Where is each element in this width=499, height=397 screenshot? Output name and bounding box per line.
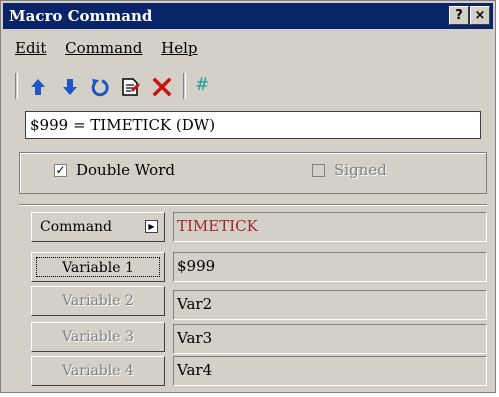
edit-document-icon[interactable] [119,76,141,98]
menu-command[interactable]: Command [65,39,142,57]
menu-bar: Edit Command Help [15,39,211,57]
down-arrow-icon[interactable] [59,76,81,98]
variable-3-button: Variable 3 [31,322,165,352]
hash-icon[interactable]: # [195,75,209,95]
command-value[interactable]: TIMETICK [173,212,487,242]
signed-checkbox [312,164,325,177]
close-button[interactable]: × [470,6,490,25]
variable-1-label: Variable 1 [36,257,160,277]
variable-3-value[interactable]: Var3 [173,324,487,354]
double-word-checkbox[interactable]: ✓ [54,164,67,177]
dropdown-arrow-icon: ▶ [145,220,158,233]
variable-2-value[interactable]: Var2 [173,290,487,320]
divider [19,204,487,206]
macro-command-window: Macro Command ? × Edit Command Help # $9… [0,0,496,393]
signed-label: Signed [334,161,387,179]
menu-command-label: Command [65,39,143,57]
toolbar-separator [183,73,186,99]
up-arrow-icon[interactable] [27,76,49,98]
variable-4-button: Variable 4 [31,356,165,386]
command-label: Command [40,219,113,235]
toolbar-separator [15,73,18,99]
menu-edit-label: Edit [15,39,47,57]
window-title: Macro Command [9,7,153,25]
expression-field[interactable]: $999 = TIMETICK (DW) [25,111,481,139]
double-word-label[interactable]: Double Word [76,161,175,179]
menu-help[interactable]: Help [161,39,197,57]
command-dropdown[interactable]: Command ▶ [31,212,165,242]
variable-2-button: Variable 2 [31,286,165,316]
menu-edit[interactable]: Edit [15,39,46,57]
variable-1-value[interactable]: $999 [173,252,487,282]
options-group: ✓ Double Word Signed [19,152,487,194]
variable-1-button[interactable]: Variable 1 [31,252,165,282]
help-button[interactable]: ? [449,6,469,25]
menu-help-label: Help [161,39,198,57]
undo-icon[interactable] [89,76,111,98]
delete-icon[interactable] [151,76,173,98]
variable-4-value[interactable]: Var4 [173,356,487,386]
title-bar[interactable]: Macro Command ? × [3,3,493,29]
